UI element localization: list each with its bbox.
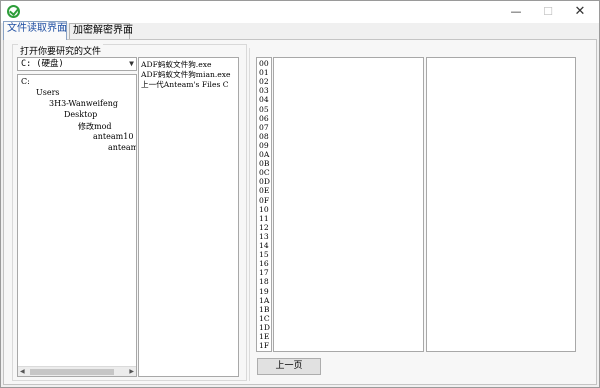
title-bar: — ☐ ✕ xyxy=(1,1,599,23)
previous-page-button[interactable]: 上一页 xyxy=(257,358,321,375)
app-logo-icon xyxy=(7,5,20,18)
file-list[interactable]: ADF蚂蚁文件狗.exe ADF蚂蚁文件狗mian.exe 上一代Anteam'… xyxy=(138,57,239,377)
address-label: 07 xyxy=(259,122,269,132)
address-label: 0D xyxy=(259,177,270,187)
tree-node-user[interactable]: 3H3-Wanweifeng xyxy=(49,99,118,108)
panel-divider xyxy=(249,48,250,381)
main-window: — ☐ ✕ 文件读取界面 加密解密界面 打开你要研究的文件 C: (硬盘) ▼ … xyxy=(0,0,600,388)
tab-file-reader[interactable]: 文件读取界面 xyxy=(3,21,67,40)
address-column: 00 01 02 03 04 05 06 07 08 09 0A 0B 0C 0D 0E 0F 10 11 12 13… xyxy=(256,57,272,352)
address-label: 0B xyxy=(259,159,270,169)
address-label: 00 xyxy=(259,59,269,68)
address-label: 1D xyxy=(259,322,270,332)
drive-select-value: C: (硬盘) xyxy=(21,59,64,69)
address-label: 10 xyxy=(259,204,269,214)
tree-node-users[interactable]: Users xyxy=(36,88,60,97)
address-label: 03 xyxy=(259,86,269,96)
address-label: 06 xyxy=(259,113,269,123)
chevron-down-icon[interactable]: ▼ xyxy=(129,58,134,70)
minimize-button[interactable]: — xyxy=(499,1,533,23)
address-label: 13 xyxy=(259,231,269,241)
address-label: 17 xyxy=(259,268,269,278)
directory-tree[interactable]: C: Users 3H3-Wanweifeng Desktop 修改mod an… xyxy=(17,74,137,377)
tree-node-desktop[interactable]: Desktop xyxy=(64,110,97,119)
close-button[interactable]: ✕ xyxy=(563,1,597,23)
tree-node-anteam[interactable]: anteam xyxy=(108,143,136,152)
scrollbar-thumb[interactable] xyxy=(30,369,114,375)
address-label: 02 xyxy=(259,77,269,87)
address-label: 1E xyxy=(259,332,270,341)
address-label: 12 xyxy=(259,222,269,232)
address-label: 18 xyxy=(259,277,269,287)
drive-select[interactable]: C: (硬盘) ▼ xyxy=(17,57,137,71)
address-label: 15 xyxy=(259,250,269,260)
address-label: 19 xyxy=(259,286,269,296)
tree-node-anteam10[interactable]: anteam10 xyxy=(93,132,133,141)
tree-node-mod[interactable]: 修改mod xyxy=(78,121,112,132)
address-label: 08 xyxy=(259,131,269,141)
address-label: 1B xyxy=(259,304,270,314)
address-label: 1F xyxy=(259,341,270,351)
address-label: 1A xyxy=(259,295,270,305)
address-label: 0F xyxy=(259,195,270,205)
address-label: 04 xyxy=(259,95,269,105)
tree-horizontal-scrollbar[interactable]: ◀ ▶ xyxy=(18,366,136,376)
address-label: 01 xyxy=(259,68,269,78)
address-label: 09 xyxy=(259,140,269,150)
tab-encrypt-decrypt[interactable]: 加密解密界面 xyxy=(69,23,133,39)
file-item[interactable]: 上一代Anteam's Files C xyxy=(141,79,229,90)
address-label: 0A xyxy=(259,150,270,159)
address-label: 0E xyxy=(259,186,270,196)
address-label: 11 xyxy=(259,213,269,223)
address-label: 16 xyxy=(259,259,269,269)
address-label: 14 xyxy=(259,241,269,250)
text-view-pane[interactable] xyxy=(426,57,576,352)
address-label: 0C xyxy=(259,168,270,178)
maximize-button[interactable]: ☐ xyxy=(531,1,565,23)
group-label: 打开你要研究的文件 xyxy=(18,44,104,57)
address-label: 1C xyxy=(259,313,270,323)
hex-view-pane[interactable] xyxy=(273,57,424,352)
address-label: 05 xyxy=(259,104,269,114)
file-reader-page: 打开你要研究的文件 C: (硬盘) ▼ C: Users 3H3-Wanweif… xyxy=(3,39,597,385)
scroll-right-arrow-icon[interactable]: ▶ xyxy=(129,367,134,376)
tree-node-drive[interactable]: C: xyxy=(21,77,30,86)
scroll-left-arrow-icon[interactable]: ◀ xyxy=(20,367,25,376)
